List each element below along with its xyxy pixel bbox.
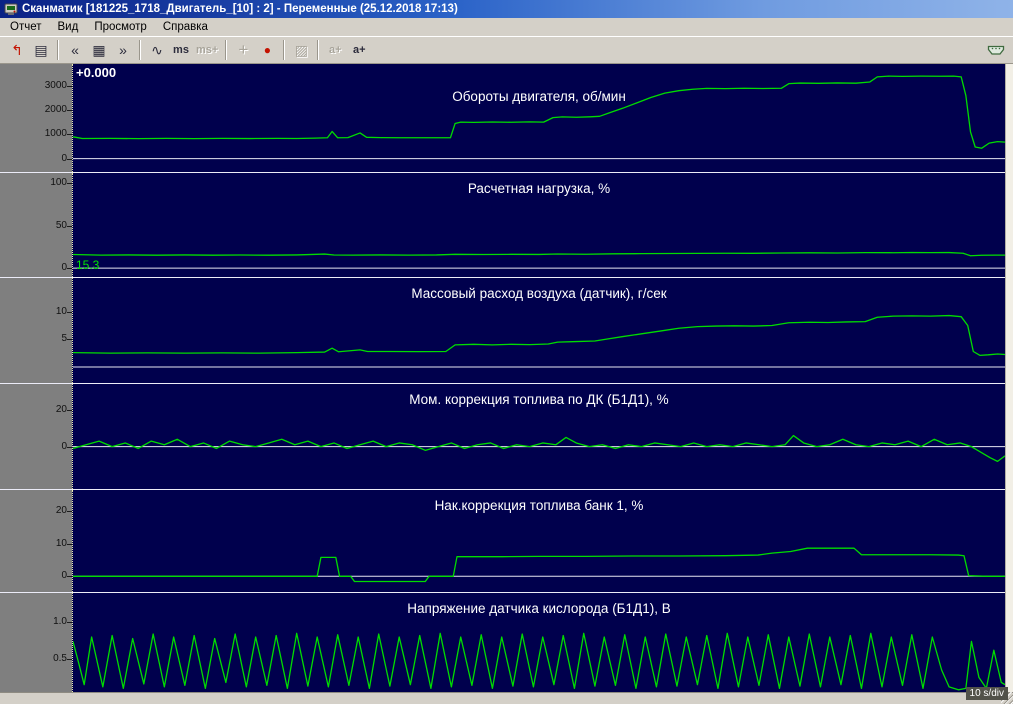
plot-area[interactable]: Массовый расход воздуха (датчик), г/сек: [72, 278, 1005, 383]
chart-maf: 105 Массовый расход воздуха (датчик), г/…: [0, 277, 1005, 383]
axis-tick-label: 1.0: [53, 617, 67, 627]
plot-area[interactable]: Мом. коррекция топлива по ДК (Б1Д1), %: [72, 384, 1005, 489]
report-icon[interactable]: ▤: [29, 39, 53, 62]
chart-title: Обороты двигателя, об/мин: [73, 89, 1005, 104]
ms-plus-button: ms+: [193, 39, 221, 62]
axis-gutter: 1.0 0.5: [0, 593, 72, 692]
axis-gutter: 3000200010000: [0, 64, 72, 172]
plot-area[interactable]: +0.000 Обороты двигателя, об/мин: [72, 64, 1005, 172]
page-forward-button[interactable]: »: [111, 39, 135, 62]
axis-gutter: 200: [0, 384, 72, 489]
signal-trace: [73, 76, 1005, 148]
chart-title: Мом. коррекция топлива по ДК (Б1Д1), %: [73, 392, 1005, 407]
chart-workspace: 3000200010000 +0.000 Обороты двигателя, …: [0, 64, 1013, 692]
axis-tick-label: 20: [56, 405, 67, 415]
font-smaller-button: a+: [323, 39, 347, 62]
connector-icon[interactable]: [984, 39, 1008, 62]
toolbar-separator: [283, 40, 285, 60]
vertical-scrollbar[interactable]: [1005, 64, 1013, 692]
plot-area[interactable]: Нак.коррекция топлива банк 1, %: [72, 490, 1005, 592]
menu-help[interactable]: Справка: [155, 20, 216, 34]
font-larger-button[interactable]: a+: [347, 39, 371, 62]
snapshot-icon: ▨: [289, 39, 313, 62]
chart-stft: 200 Мом. коррекция топлива по ДК (Б1Д1),…: [0, 383, 1005, 489]
toolbar-separator: [225, 40, 227, 60]
menu-view[interactable]: Вид: [50, 20, 87, 34]
current-value-label: 15.3: [76, 258, 99, 272]
plot-area[interactable]: Напряжение датчика кислорода (Б1Д1), В: [72, 593, 1005, 692]
axis-tick-label: 100: [50, 178, 67, 188]
ms-button[interactable]: ms: [169, 39, 193, 62]
signal-trace: [73, 436, 1005, 462]
menu-bar: Отчет Вид Просмотр Справка: [0, 18, 1013, 36]
axis-gutter: 100500: [0, 173, 72, 277]
axis-gutter: 105: [0, 278, 72, 383]
axis-tick-label: 10: [56, 307, 67, 317]
chart-o2: 1.0 0.5 Напряжение датчика кислорода (Б1Д…: [0, 592, 1005, 692]
trace-svg: [73, 64, 1005, 172]
chart-load: 100500 Расчетная нагрузка, % 15.3: [0, 172, 1005, 277]
signal-trace: [73, 252, 1005, 255]
title-bar: Сканматик [181225_1718_Двигатель_[10] : …: [0, 0, 1013, 18]
axis-tick-label: 2000: [45, 105, 67, 115]
axis-tick-label: 50: [56, 221, 67, 231]
axis-tick-label: 10: [56, 539, 67, 549]
chart-title: Массовый расход воздуха (датчик), г/сек: [73, 286, 1005, 301]
chart-title: Нак.коррекция топлива банк 1, %: [73, 498, 1005, 513]
page-back-button[interactable]: «: [63, 39, 87, 62]
record-button[interactable]: ●: [255, 39, 279, 62]
axis-tick-label: 3000: [45, 81, 67, 91]
crosshair-icon: +: [231, 39, 255, 62]
chart-ltft: 20100 Нак.коррекция топлива банк 1, %: [0, 489, 1005, 592]
page-list-icon[interactable]: ▦: [87, 39, 111, 62]
signal-trace: [73, 633, 1005, 689]
menu-browse[interactable]: Просмотр: [86, 20, 155, 34]
axis-tick-label: 1000: [45, 129, 67, 139]
chart-title: Напряжение датчика кислорода (Б1Д1), В: [73, 601, 1005, 616]
cursor-offset-label: +0.000: [76, 65, 116, 80]
chart-title: Расчетная нагрузка, %: [73, 181, 1005, 196]
signal-trace: [73, 316, 1005, 356]
disconnect-button[interactable]: ↰: [5, 39, 29, 62]
axis-tick-label: 20: [56, 506, 67, 516]
toolbar-separator: [57, 40, 59, 60]
window-title: Сканматик [181225_1718_Двигатель_[10] : …: [22, 3, 458, 15]
axis-tick-label: 0.5: [53, 654, 67, 664]
horizontal-scrollbar[interactable]: [0, 692, 1013, 704]
app-icon: [4, 2, 18, 16]
axis-gutter: 20100: [0, 490, 72, 592]
chart-rpm: 3000200010000 +0.000 Обороты двигателя, …: [0, 64, 1005, 172]
toolbar-separator: [139, 40, 141, 60]
toolbar-separator: [317, 40, 319, 60]
menu-report[interactable]: Отчет: [2, 20, 50, 34]
oscillogram-icon[interactable]: ∿: [145, 39, 169, 62]
app-window: Сканматик [181225_1718_Двигатель_[10] : …: [0, 0, 1013, 704]
toolbar: ↰ ▤ « ▦ » ∿ ms ms+ + ● ▨ a+ a+: [0, 36, 1013, 64]
timebase-label: 10 s/div: [966, 687, 1008, 700]
plot-area[interactable]: Расчетная нагрузка, % 15.3: [72, 173, 1005, 277]
chart-stack: 3000200010000 +0.000 Обороты двигателя, …: [0, 64, 1005, 692]
